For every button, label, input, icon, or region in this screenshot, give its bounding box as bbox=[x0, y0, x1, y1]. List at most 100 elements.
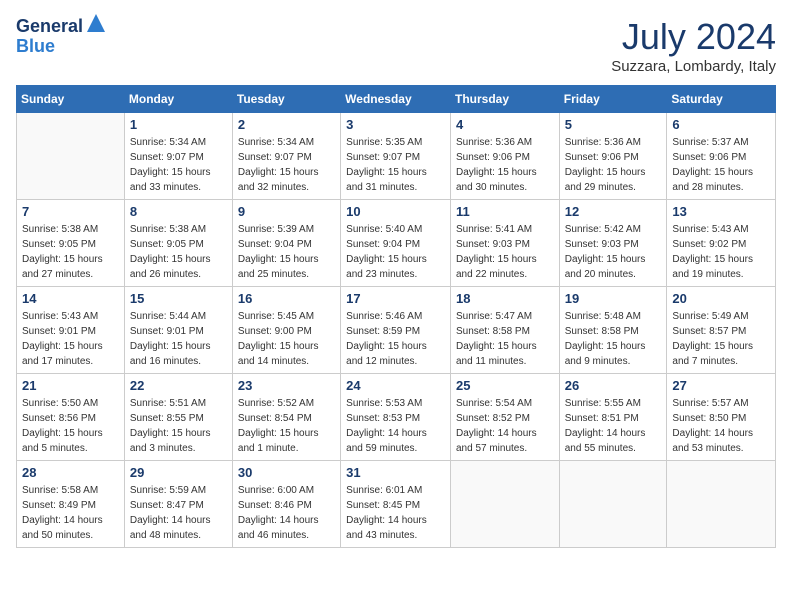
calendar-cell: 12Sunrise: 5:42 AM Sunset: 9:03 PM Dayli… bbox=[559, 200, 667, 287]
calendar-cell: 13 Sunrise: 5:43 AM Sunset: 9:02 PM Dayli… bbox=[667, 200, 776, 287]
day-number: 17 bbox=[346, 291, 445, 306]
day-info: Sunrise: 5:50 AM Sunset: 8:56 PM Dayligh… bbox=[22, 396, 119, 456]
location: Suzzara, Lombardy, Italy bbox=[611, 58, 776, 75]
day-info: Sunrise: 6:00 AM Sunset: 8:46 PM Dayligh… bbox=[238, 483, 335, 543]
day-number: 26 bbox=[565, 378, 662, 393]
day-number: 12 bbox=[565, 204, 662, 219]
calendar-cell: 26 Sunrise: 5:55 AM Sunset: 8:51 PM Dayli… bbox=[559, 374, 667, 461]
calendar-cell: 29 Sunrise: 5:59 AM Sunset: 8:47 PM Dayli… bbox=[124, 461, 232, 548]
calendar-cell: 2Sunrise: 5:34 AM Sunset: 9:07 PM Daylig… bbox=[232, 113, 340, 200]
day-number: 14 bbox=[22, 291, 119, 306]
calendar-cell: 1 Sunrise: 5:34 AM Sunset: 9:07 PM Daylig… bbox=[124, 113, 232, 200]
day-info: Sunrise: 5:55 AM Sunset: 8:51 PM Dayligh… bbox=[565, 396, 662, 456]
calendar-cell: 19 Sunrise: 5:48 AM Sunset: 8:58 PM Dayli… bbox=[559, 287, 667, 374]
calendar-cell: 28Sunrise: 5:58 AM Sunset: 8:49 PM Dayli… bbox=[17, 461, 125, 548]
calendar-cell: 6Sunrise: 5:37 AM Sunset: 9:06 PM Daylig… bbox=[667, 113, 776, 200]
day-info: Sunrise: 6:01 AM Sunset: 8:45 PM Dayligh… bbox=[346, 483, 445, 543]
week-row-2: 7 Sunrise: 5:38 AM Sunset: 9:05 PM Daylig… bbox=[17, 200, 776, 287]
calendar-cell: 22Sunrise: 5:51 AM Sunset: 8:55 PM Dayli… bbox=[124, 374, 232, 461]
day-info: Sunrise: 5:59 AM Sunset: 8:47 PM Dayligh… bbox=[130, 483, 227, 543]
day-number: 24 bbox=[346, 378, 445, 393]
calendar-cell: 8 Sunrise: 5:38 AM Sunset: 9:05 PM Daylig… bbox=[124, 200, 232, 287]
calendar-cell bbox=[559, 461, 667, 548]
day-number: 8 bbox=[130, 204, 227, 219]
day-info: Sunrise: 5:43 AM Sunset: 9:02 PM Dayligh… bbox=[672, 222, 770, 282]
day-info: Sunrise: 5:49 AM Sunset: 8:57 PM Dayligh… bbox=[672, 309, 770, 369]
day-number: 1 bbox=[130, 117, 227, 132]
day-info: Sunrise: 5:52 AM Sunset: 8:54 PM Dayligh… bbox=[238, 396, 335, 456]
week-row-3: 14 Sunrise: 5:43 AM Sunset: 9:01 PM Dayli… bbox=[17, 287, 776, 374]
calendar-table: SundayMondayTuesdayWednesdayThursdayFrid… bbox=[16, 85, 776, 548]
calendar-cell: 3 Sunrise: 5:35 AM Sunset: 9:07 PM Daylig… bbox=[341, 113, 451, 200]
week-row-5: 28Sunrise: 5:58 AM Sunset: 8:49 PM Dayli… bbox=[17, 461, 776, 548]
title-section: July 2024 Suzzara, Lombardy, Italy bbox=[611, 16, 776, 75]
day-number: 25 bbox=[456, 378, 554, 393]
day-info: Sunrise: 5:35 AM Sunset: 9:07 PM Dayligh… bbox=[346, 135, 445, 195]
weekday-header-thursday: Thursday bbox=[450, 86, 559, 113]
day-number: 10 bbox=[346, 204, 445, 219]
calendar-cell: 27Sunrise: 5:57 AM Sunset: 8:50 PM Dayli… bbox=[667, 374, 776, 461]
day-number: 7 bbox=[22, 204, 119, 219]
calendar-cell: 4 Sunrise: 5:36 AM Sunset: 9:06 PM Daylig… bbox=[450, 113, 559, 200]
calendar-cell: 23 Sunrise: 5:52 AM Sunset: 8:54 PM Dayli… bbox=[232, 374, 340, 461]
calendar-cell: 15 Sunrise: 5:44 AM Sunset: 9:01 PM Dayli… bbox=[124, 287, 232, 374]
calendar-cell bbox=[667, 461, 776, 548]
calendar-cell bbox=[17, 113, 125, 200]
day-info: Sunrise: 5:41 AM Sunset: 9:03 PM Dayligh… bbox=[456, 222, 554, 282]
day-info: Sunrise: 5:39 AM Sunset: 9:04 PM Dayligh… bbox=[238, 222, 335, 282]
calendar-cell bbox=[450, 461, 559, 548]
day-info: Sunrise: 5:43 AM Sunset: 9:01 PM Dayligh… bbox=[22, 309, 119, 369]
calendar-cell: 21 Sunrise: 5:50 AM Sunset: 8:56 PM Dayli… bbox=[17, 374, 125, 461]
day-info: Sunrise: 5:57 AM Sunset: 8:50 PM Dayligh… bbox=[672, 396, 770, 456]
calendar-cell: 31 Sunrise: 6:01 AM Sunset: 8:45 PM Dayli… bbox=[341, 461, 451, 548]
day-number: 13 bbox=[672, 204, 770, 219]
day-info: Sunrise: 5:36 AM Sunset: 9:06 PM Dayligh… bbox=[456, 135, 554, 195]
calendar-cell: 17 Sunrise: 5:46 AM Sunset: 8:59 PM Dayli… bbox=[341, 287, 451, 374]
day-number: 29 bbox=[130, 465, 227, 480]
day-info: Sunrise: 5:46 AM Sunset: 8:59 PM Dayligh… bbox=[346, 309, 445, 369]
day-number: 23 bbox=[238, 378, 335, 393]
page-header: General Blue July 2024 Suzzara, Lombardy… bbox=[16, 16, 776, 75]
calendar-cell: 30Sunrise: 6:00 AM Sunset: 8:46 PM Dayli… bbox=[232, 461, 340, 548]
weekday-header-sunday: Sunday bbox=[17, 86, 125, 113]
day-number: 16 bbox=[238, 291, 335, 306]
calendar-cell: 20 Sunrise: 5:49 AM Sunset: 8:57 PM Dayli… bbox=[667, 287, 776, 374]
day-info: Sunrise: 5:47 AM Sunset: 8:58 PM Dayligh… bbox=[456, 309, 554, 369]
calendar-cell: 9 Sunrise: 5:39 AM Sunset: 9:04 PM Daylig… bbox=[232, 200, 340, 287]
day-info: Sunrise: 5:37 AM Sunset: 9:06 PM Dayligh… bbox=[672, 135, 770, 195]
day-number: 3 bbox=[346, 117, 445, 132]
day-info: Sunrise: 5:54 AM Sunset: 8:52 PM Dayligh… bbox=[456, 396, 554, 456]
day-number: 28 bbox=[22, 465, 119, 480]
day-info: Sunrise: 5:36 AM Sunset: 9:06 PM Dayligh… bbox=[565, 135, 662, 195]
day-number: 19 bbox=[565, 291, 662, 306]
calendar-cell: 11 Sunrise: 5:41 AM Sunset: 9:03 PM Dayli… bbox=[450, 200, 559, 287]
day-info: Sunrise: 5:34 AM Sunset: 9:07 PM Dayligh… bbox=[130, 135, 227, 195]
day-number: 18 bbox=[456, 291, 554, 306]
logo-general: General bbox=[16, 17, 83, 37]
day-info: Sunrise: 5:53 AM Sunset: 8:53 PM Dayligh… bbox=[346, 396, 445, 456]
day-info: Sunrise: 5:38 AM Sunset: 9:05 PM Dayligh… bbox=[130, 222, 227, 282]
day-info: Sunrise: 5:51 AM Sunset: 8:55 PM Dayligh… bbox=[130, 396, 227, 456]
day-number: 4 bbox=[456, 117, 554, 132]
day-number: 11 bbox=[456, 204, 554, 219]
weekday-header-monday: Monday bbox=[124, 86, 232, 113]
week-row-1: 1 Sunrise: 5:34 AM Sunset: 9:07 PM Daylig… bbox=[17, 113, 776, 200]
day-number: 5 bbox=[565, 117, 662, 132]
day-info: Sunrise: 5:40 AM Sunset: 9:04 PM Dayligh… bbox=[346, 222, 445, 282]
day-number: 9 bbox=[238, 204, 335, 219]
day-number: 31 bbox=[346, 465, 445, 480]
calendar-cell: 7Sunrise: 5:38 AM Sunset: 9:05 PM Daylig… bbox=[17, 200, 125, 287]
calendar-cell: 5 Sunrise: 5:36 AM Sunset: 9:06 PM Daylig… bbox=[559, 113, 667, 200]
calendar-cell: 10 Sunrise: 5:40 AM Sunset: 9:04 PM Dayli… bbox=[341, 200, 451, 287]
day-number: 21 bbox=[22, 378, 119, 393]
day-info: Sunrise: 5:48 AM Sunset: 8:58 PM Dayligh… bbox=[565, 309, 662, 369]
calendar-cell: 16 Sunrise: 5:45 AM Sunset: 9:00 PM Dayli… bbox=[232, 287, 340, 374]
weekday-header-row: SundayMondayTuesdayWednesdayThursdayFrid… bbox=[17, 86, 776, 113]
day-number: 20 bbox=[672, 291, 770, 306]
logo: General Blue bbox=[16, 16, 105, 57]
weekday-header-friday: Friday bbox=[559, 86, 667, 113]
day-number: 15 bbox=[130, 291, 227, 306]
day-info: Sunrise: 5:44 AM Sunset: 9:01 PM Dayligh… bbox=[130, 309, 227, 369]
day-number: 2 bbox=[238, 117, 335, 132]
day-info: Sunrise: 5:45 AM Sunset: 9:00 PM Dayligh… bbox=[238, 309, 335, 369]
